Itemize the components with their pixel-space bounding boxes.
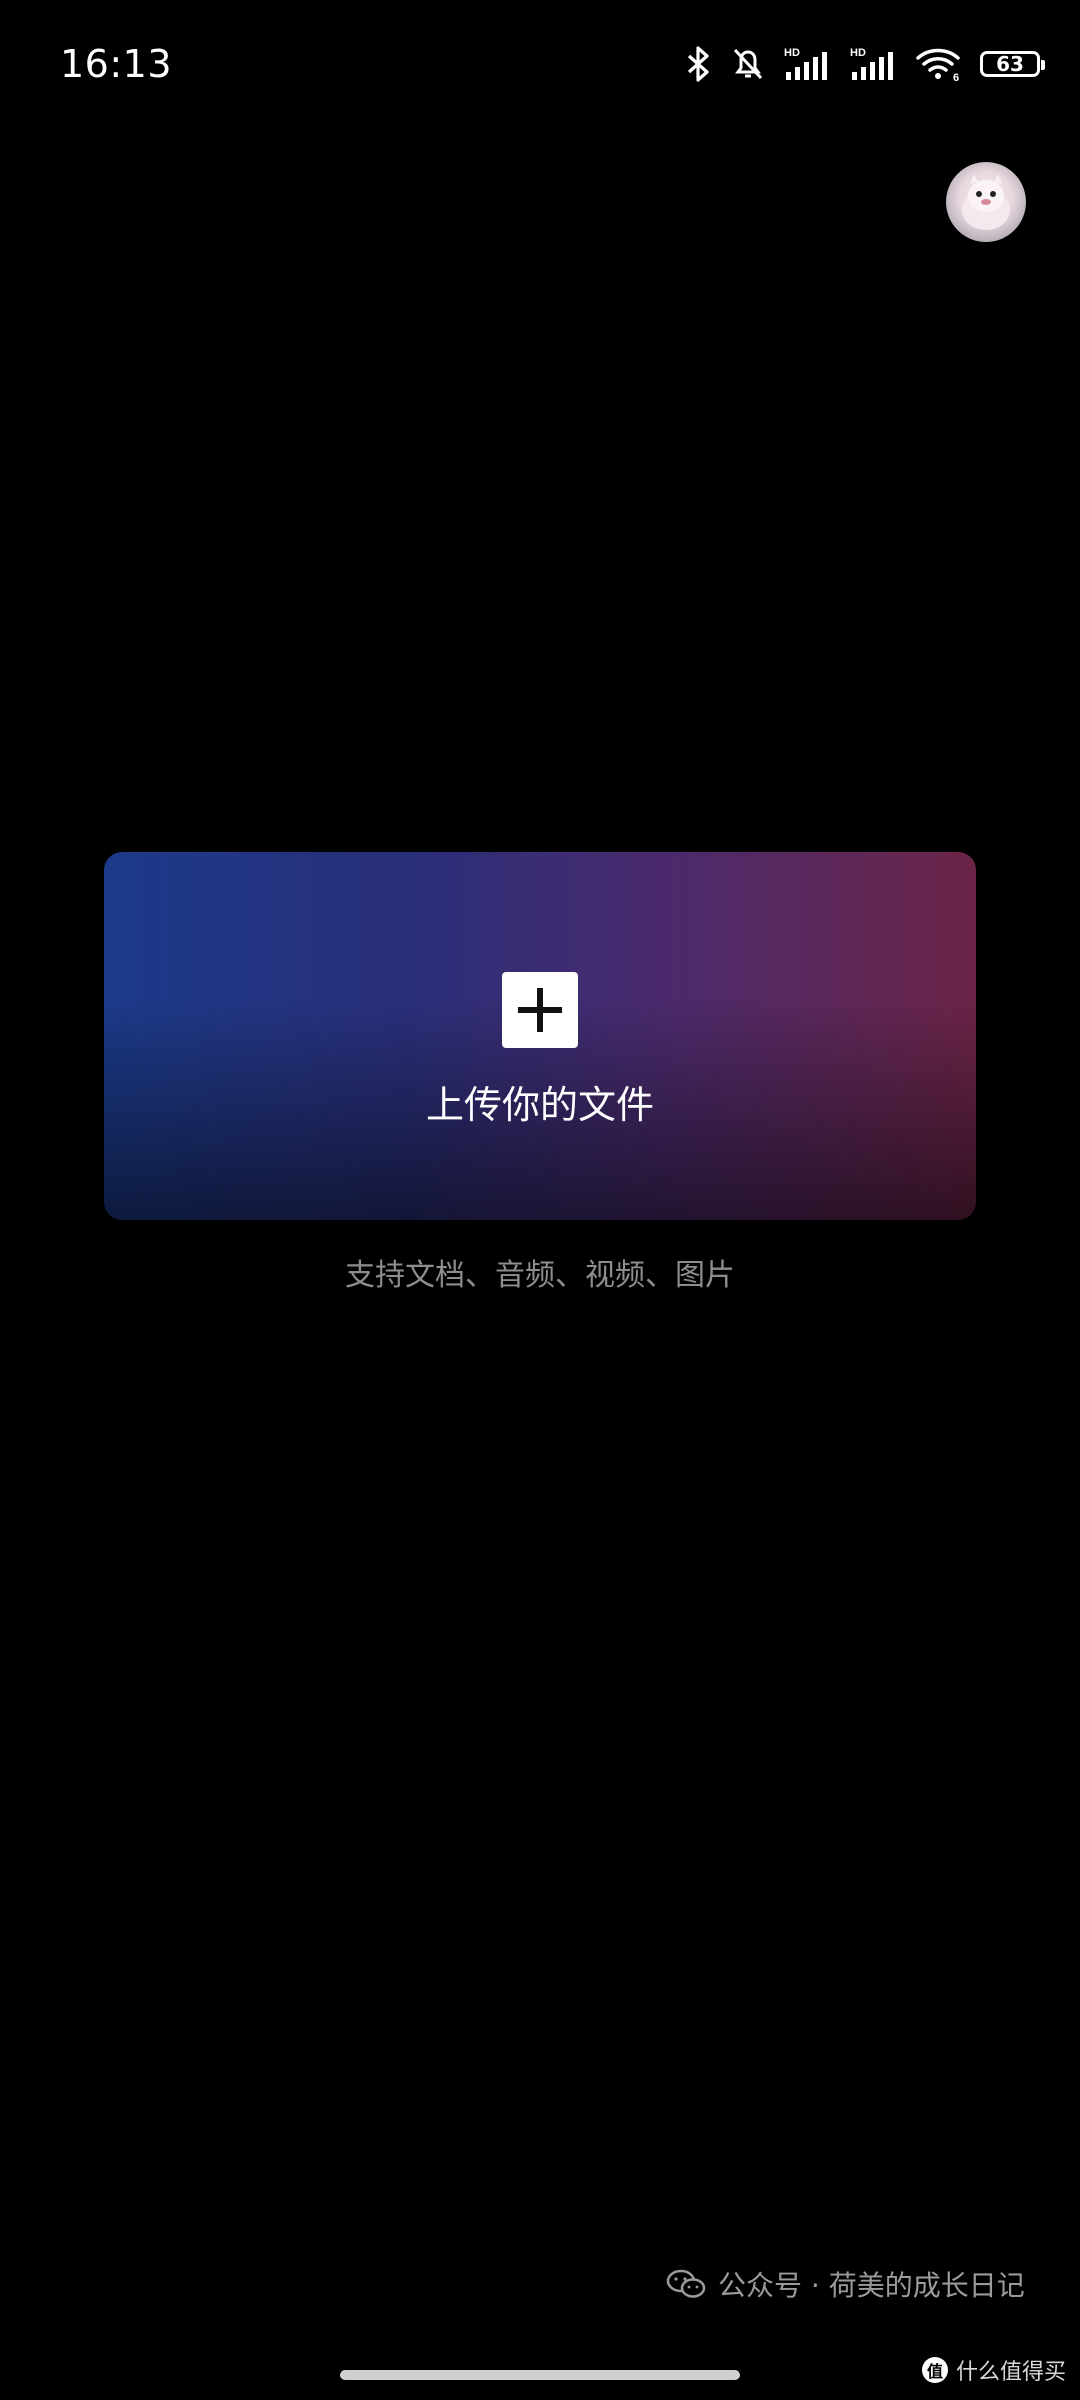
watermark: 公众号 · 荷美的成长日记: [666, 2264, 1025, 2304]
wechat-icon: [666, 2268, 706, 2300]
watermark-text: 公众号 · 荷美的成长日记: [718, 2269, 1025, 2302]
supported-formats-text: 支持文档、音频、视频、图片: [345, 1258, 735, 1293]
hd-label: HD: [784, 47, 800, 59]
avatar-image: [962, 174, 1010, 230]
home-indicator[interactable]: [340, 2370, 740, 2380]
wifi-icon: 6: [916, 46, 962, 82]
user-avatar[interactable]: [946, 162, 1026, 242]
upload-label: 上传你的文件: [425, 1083, 654, 1127]
status-bar: 16:13 HD HD 6 63: [0, 0, 1080, 130]
plus-icon: [502, 972, 578, 1048]
status-icons: HD HD 6 63: [686, 44, 1045, 84]
corner-watermark: 值 什么值得买: [921, 2354, 1066, 2386]
hd-label: HD: [850, 47, 866, 59]
battery-level: 63: [996, 52, 1024, 76]
battery-icon: 63: [980, 51, 1045, 77]
corner-watermark-text: 什么值得买: [955, 2360, 1066, 2385]
bluetooth-icon: [686, 46, 712, 82]
signal-hd-icon: HD: [784, 46, 832, 82]
mute-bell-icon: [730, 46, 766, 82]
brand-logo-icon: 值: [921, 2357, 948, 2383]
signal-hd-icon: HD: [850, 46, 898, 82]
status-time: 16:13: [60, 42, 173, 86]
wifi-sub-label: 6: [953, 72, 959, 82]
upload-file-card[interactable]: 上传你的文件: [104, 852, 976, 1220]
